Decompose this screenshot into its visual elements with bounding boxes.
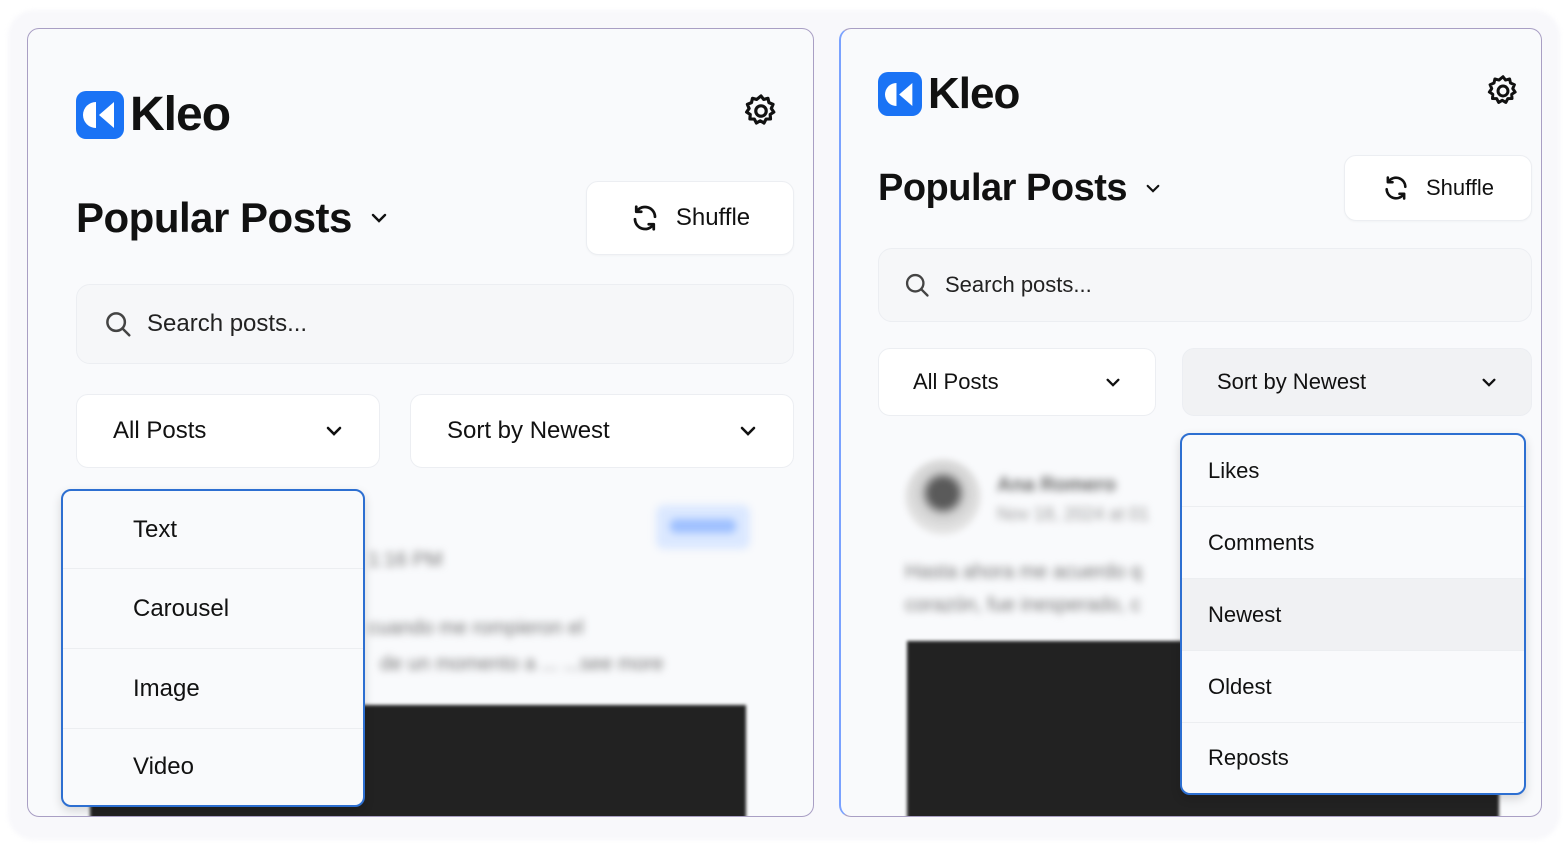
dropdown-option-carousel[interactable]: Carousel xyxy=(63,569,363,649)
search-bar[interactable] xyxy=(878,248,1532,322)
post-type-select[interactable]: All Posts xyxy=(76,394,380,468)
chevron-down-icon xyxy=(1482,378,1496,387)
post-type-dropdown: Text Carousel Image Video xyxy=(61,489,365,807)
search-icon xyxy=(905,273,929,297)
post-timestamp: Nov 18, 2024 at 01 xyxy=(997,504,1150,524)
sort-dropdown: Likes Comments Newest Oldest Reposts xyxy=(1180,433,1526,795)
chevron-down-icon xyxy=(326,426,342,436)
sort-select-value: Sort by Newest xyxy=(447,417,610,444)
dropdown-option-comments[interactable]: Comments xyxy=(1182,507,1524,579)
left-panel: Kleo Popular Posts Shuffle All Posts Sor… xyxy=(27,28,814,817)
dropdown-option-image[interactable]: Image xyxy=(63,649,363,729)
page-title: Popular Posts xyxy=(878,167,1128,209)
kleo-logo: Kleo xyxy=(878,69,1020,119)
dropdown-option-oldest[interactable]: Oldest xyxy=(1182,651,1524,723)
kleo-logo-icon xyxy=(878,72,922,116)
search-bar[interactable] xyxy=(76,284,794,364)
refresh-icon xyxy=(633,205,657,231)
post-text-line: de un momento a ... ...see more xyxy=(380,653,664,675)
post-text-line: corazón, fue inesperado, c xyxy=(905,594,1141,616)
feed-title-selector[interactable]: Popular Posts xyxy=(76,194,388,242)
post-type-select-value: All Posts xyxy=(113,417,207,444)
chevron-down-icon xyxy=(740,426,756,436)
chevron-down-icon xyxy=(1146,184,1160,193)
shuffle-button[interactable]: Shuffle xyxy=(586,181,794,255)
search-input[interactable] xyxy=(147,310,793,338)
shuffle-label: Shuffle xyxy=(675,204,751,231)
settings-button[interactable] xyxy=(1485,73,1521,114)
sort-select-value: Sort by Newest xyxy=(1217,369,1367,394)
right-panel: Kleo Popular Posts Shuffle All Posts Sor… xyxy=(839,28,1542,817)
kleo-logo-text: Kleo xyxy=(928,69,1020,118)
post-author: Ana Romero xyxy=(997,474,1116,496)
post-timestamp: 1:16 PM xyxy=(368,549,443,571)
sort-select[interactable]: Sort by Newest xyxy=(410,394,794,468)
post-type-select-value: All Posts xyxy=(913,369,999,394)
sort-select[interactable]: Sort by Newest xyxy=(1182,348,1532,416)
post-type-badge xyxy=(656,505,750,549)
gear-icon xyxy=(745,94,776,125)
post-type-select[interactable]: All Posts xyxy=(878,348,1156,416)
dropdown-option-text[interactable]: Text xyxy=(63,491,363,569)
post-text-line: Hasta ahora me acuerdo q xyxy=(905,561,1142,583)
post-text-line: cuando me rompieron el xyxy=(368,617,584,639)
dropdown-option-likes[interactable]: Likes xyxy=(1182,435,1524,507)
shuffle-label: Shuffle xyxy=(1425,175,1495,200)
chevron-down-icon xyxy=(1106,378,1120,387)
refresh-icon xyxy=(1385,176,1407,200)
kleo-logo-icon xyxy=(76,90,124,139)
page-title: Popular Posts xyxy=(76,194,352,241)
dropdown-option-newest[interactable]: Newest xyxy=(1182,579,1524,651)
search-input[interactable] xyxy=(945,272,1531,298)
author-avatar xyxy=(905,459,981,535)
settings-button[interactable] xyxy=(742,92,780,135)
feed-title-selector[interactable]: Popular Posts xyxy=(878,167,1161,210)
dropdown-option-video[interactable]: Video xyxy=(63,729,363,805)
kleo-logo: Kleo xyxy=(76,87,231,142)
search-icon xyxy=(106,312,131,337)
shuffle-button[interactable]: Shuffle xyxy=(1344,155,1532,221)
gear-icon xyxy=(1487,75,1517,104)
dropdown-option-reposts[interactable]: Reposts xyxy=(1182,723,1524,793)
chevron-down-icon xyxy=(371,213,387,223)
kleo-logo-text: Kleo xyxy=(130,88,231,141)
